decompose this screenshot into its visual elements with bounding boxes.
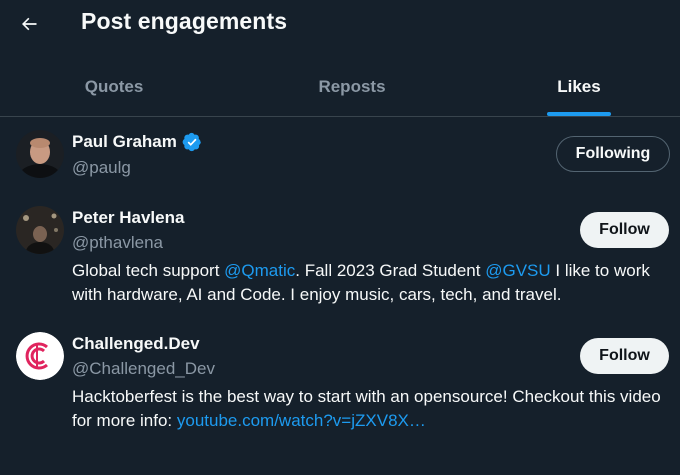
user-handle: @Challenged_Dev	[72, 359, 215, 378]
user-cell[interactable]: Paul Graham @paulg Following	[0, 118, 680, 194]
avatar[interactable]	[16, 332, 64, 380]
avatar[interactable]	[16, 206, 64, 254]
follow-button[interactable]: Follow	[580, 338, 669, 374]
page-title: Post engagements	[81, 8, 288, 34]
name-row: Challenged.Dev	[72, 334, 200, 354]
external-link[interactable]: youtube.com/watch?v=jZXV8X…	[177, 411, 426, 430]
tab-reposts[interactable]: Reposts	[238, 58, 466, 116]
user-handle: @paulg	[72, 158, 131, 177]
active-tab-indicator	[547, 112, 611, 116]
tab-label: Quotes	[84, 77, 144, 96]
follow-button[interactable]: Follow	[580, 212, 669, 248]
user-name[interactable]: Peter Havlena	[72, 208, 184, 228]
user-cell[interactable]: Challenged.Dev @Challenged_Dev Follow Ha…	[0, 320, 680, 446]
bio-text: Global tech support	[72, 261, 225, 280]
mention-link[interactable]: @GVSU	[485, 261, 550, 280]
back-button[interactable]	[14, 9, 44, 39]
user-name[interactable]: Challenged.Dev	[72, 334, 200, 354]
verified-badge-icon	[182, 132, 201, 152]
engagement-tabs: Quotes Reposts Likes	[0, 58, 680, 117]
tab-label: Likes	[557, 77, 601, 96]
user-handle: @pthavlena	[72, 233, 163, 252]
name-row: Peter Havlena	[72, 208, 184, 228]
user-bio: Global tech support @Qmatic. Fall 2023 G…	[72, 259, 662, 307]
avatar[interactable]	[16, 130, 64, 178]
name-row: Paul Graham	[72, 132, 202, 152]
mention-link[interactable]: @Qmatic	[224, 261, 295, 280]
top-bar: Post engagements	[0, 0, 680, 50]
bio-text: . Fall 2023 Grad Student	[295, 261, 486, 280]
user-name[interactable]: Paul Graham	[72, 132, 177, 152]
arrow-left-icon	[22, 17, 37, 31]
following-button[interactable]: Following	[556, 136, 670, 172]
tab-label: Reposts	[318, 77, 386, 96]
user-bio: Hacktoberfest is the best way to start w…	[72, 385, 662, 433]
tab-quotes[interactable]: Quotes	[0, 58, 228, 116]
tab-likes[interactable]: Likes	[478, 58, 680, 116]
user-cell[interactable]: Peter Havlena @pthavlena Follow Global t…	[0, 194, 680, 320]
